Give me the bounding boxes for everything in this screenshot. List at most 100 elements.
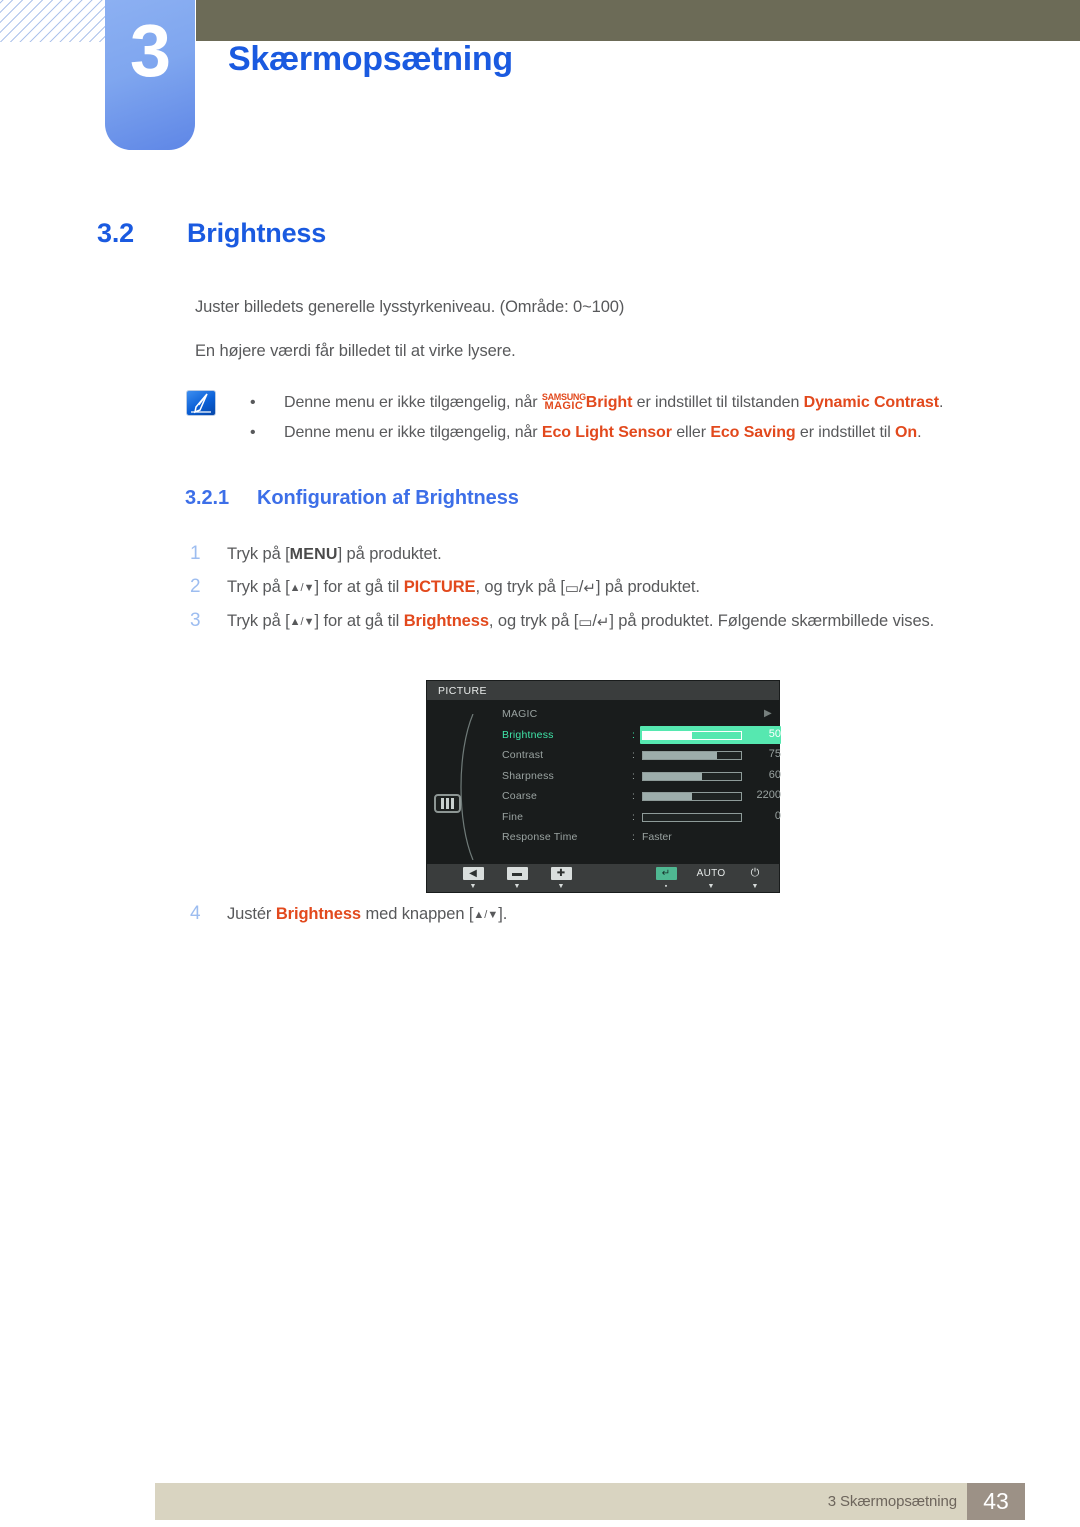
section-title: Brightness [187,218,327,248]
osd-label: Response Time [502,831,578,843]
osd-label: Coarse [502,790,538,802]
osd-label: MAGIC [502,708,538,720]
osd-colon: : [632,749,635,761]
osd-row-response-time[interactable]: Response Time : Faster [477,827,779,848]
subsection-title: Konfiguration af Brightness [257,487,519,509]
osd-slider-fill [643,731,692,739]
caret-down-icon: ▼ [557,883,565,890]
osd-enter-button[interactable]: ↵ ▪ [649,867,683,890]
osd-toolbar: ◀ ▼ ▬ ▼ ✚ ▼ ↵ ▪ AUTO ▼ ⏻ ▼ [427,864,779,892]
osd-plus-button[interactable]: ✚ ▼ [544,867,578,890]
enter-button-icon: ↵ [596,614,610,631]
osd-colon: : [632,769,635,782]
step-3: 3 Tryk på [▲/▼] for at gå til Brightness,… [186,605,1016,639]
intro-paragraph-2: En højere værdi får billedet til at virk… [195,342,516,360]
osd-value: 2200 [756,789,781,801]
osd-slider[interactable] [642,771,742,781]
note1-bright: Bright [585,394,633,411]
step4-mid1: med knappen [ [361,905,474,923]
subsection-heading: 3.2.1 Konfiguration af Brightness [185,487,519,510]
osd-row-magic[interactable]: MAGIC ▶ [477,704,779,725]
osd-slider-fill [643,793,692,800]
osd-label: Contrast [502,749,544,761]
step3-target: Brightness [403,612,489,630]
step2-pre: Tryk på [ [227,578,290,596]
osd-slider[interactable] [642,792,742,801]
osd-titlebar: PICTURE [427,681,779,700]
step-number: 4 [190,903,201,924]
power-icon: ⏻ [750,867,760,879]
osd-row-brightness[interactable]: Brightness : 50 [477,725,781,746]
step1-post: ] på produktet. [337,545,442,563]
osd-menu-screenshot: PICTURE MAGIC ▶ Brightness : 50 Contrast… [427,681,781,892]
back-arrow-icon: ◀ [456,867,490,880]
caret-down-icon: ▪ [664,883,668,890]
step3-mid2: , og tryk på [ [488,612,579,630]
caret-down-icon: ▼ [469,883,477,890]
osd-row-fine[interactable]: Fine : 0 [477,807,781,828]
osd-slider[interactable] [642,730,742,740]
osd-colon: : [632,790,635,802]
bullet-icon: • [250,424,256,441]
step4-pre: Justér [227,905,276,923]
source-button-icon: ▭ [578,614,593,631]
chevron-right-icon: ▶ [764,708,772,719]
step4-target: Brightness [275,905,362,923]
note-icon [186,390,216,416]
osd-slider[interactable] [642,812,742,822]
chapter-number-block: 3 [105,0,195,150]
hatch-decoration [0,0,110,42]
caret-down-icon: ▼ [707,883,715,890]
note2-mid1: eller [671,424,711,441]
note-item-2: • Denne menu er ikke tilgængelig, når Eco… [242,418,1006,448]
note1-highlight: Dynamic Contrast [803,394,939,411]
osd-rows: MAGIC ▶ Brightness : 50 Contrast : 75 Sh… [477,704,781,848]
updown-arrows-icon: ▲/▼ [289,582,315,594]
osd-row-sharpness[interactable]: Sharpness : 60 [477,766,781,787]
osd-label: Fine [502,810,524,823]
osd-value: 0 [774,809,781,822]
step2-mid2: , og tryk på [ [475,578,565,596]
steps-list: 1 Tryk på [MENU] på produktet. 2 Tryk på [… [186,538,1016,639]
osd-value: Faster [642,831,672,843]
step3-post: ] på produktet. Følgende skærmbillede vi… [609,612,935,630]
step1-pre: Tryk på [ [227,545,290,563]
osd-auto-button[interactable]: AUTO ▼ [694,867,728,890]
step-1: 1 Tryk på [MENU] på produktet. [186,538,1016,571]
chapter-title: Skærmopsætning [228,40,513,78]
step2-mid1: ] for at gå til [314,578,404,596]
osd-slider[interactable] [642,751,742,760]
note2-mid2: er indstillet til [795,424,896,441]
note2-pre: Denne menu er ikke tilgængelig, når [284,424,542,441]
osd-row-contrast[interactable]: Contrast : 75 [477,745,781,766]
note1-pre: Denne menu er ikke tilgængelig, når [284,394,542,411]
note2-hl3: On [895,424,918,441]
chapter-number: 3 [129,9,171,92]
chapter-header: 3 Skærmopsætning [0,0,1080,175]
intro-paragraph-1: Juster billedets generelle lysstyrkenive… [195,298,625,316]
osd-colon: : [632,831,635,843]
osd-power-button[interactable]: ⏻ ▼ [738,867,772,890]
source-button-icon: ▭ [564,580,579,597]
step2-target: PICTURE [403,578,476,596]
osd-back-button[interactable]: ◀ ▼ [456,867,490,890]
osd-title: PICTURE [438,685,487,697]
osd-value: 60 [768,768,781,781]
subsection-number: 3.2.1 [185,487,229,509]
note-list: • Denne menu er ikke tilgængelig, når SAM… [242,388,1006,448]
osd-colon: : [632,728,635,741]
magic-line2: MAGIC [544,400,584,412]
osd-value: 50 [768,727,781,740]
plus-icon: ✚ [544,867,578,880]
step-number: 2 [190,576,201,597]
note1-mid: er indstillet til tilstanden [632,394,804,411]
samsung-magic-tag: SAMSUNG MAGIC [542,393,586,412]
caret-down-icon: ▼ [751,883,759,890]
footer-chapter-label: 3 Skærmopsætning [827,1493,957,1510]
section-heading: 3.2 Brightness [97,218,326,249]
osd-minus-button[interactable]: ▬ ▼ [500,867,534,890]
note2-hl1: Eco Light Sensor [541,424,672,441]
osd-row-coarse[interactable]: Coarse : 2200 [477,786,781,807]
step4-post: ]. [498,905,508,923]
minus-icon: ▬ [500,867,534,880]
